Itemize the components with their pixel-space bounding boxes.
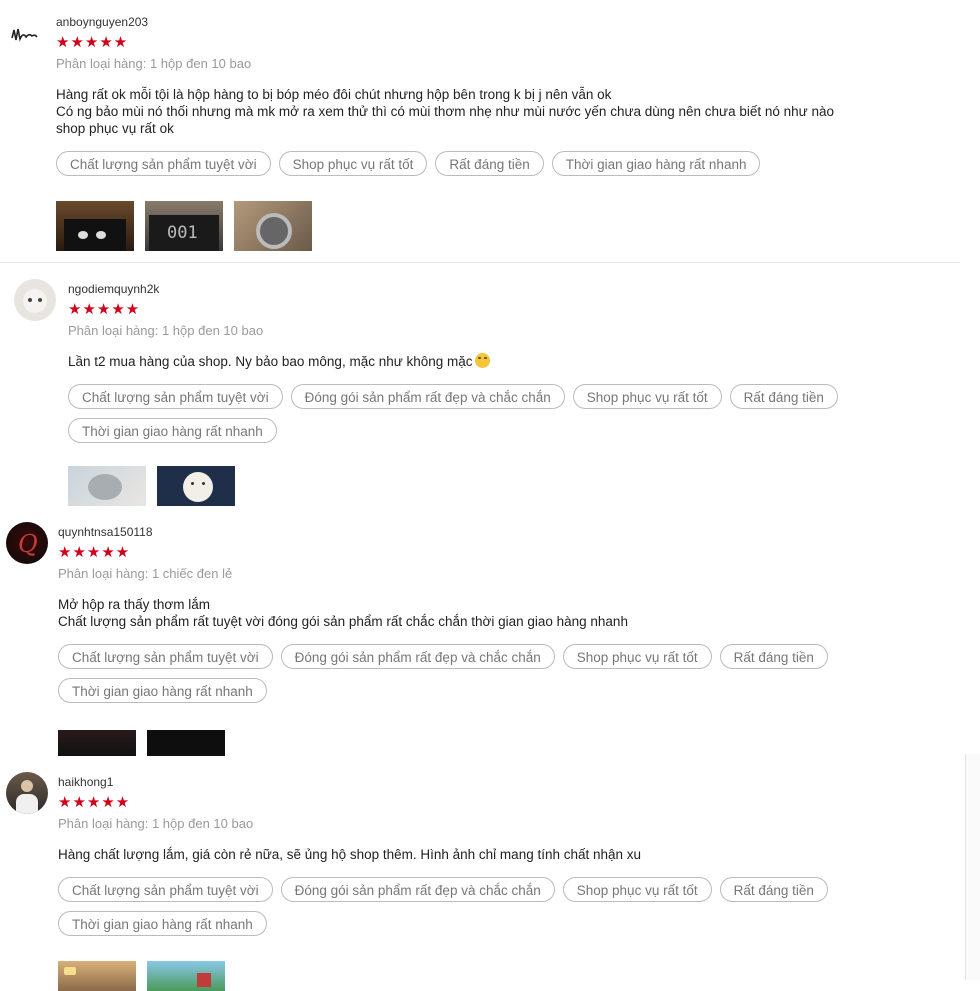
tag-chip[interactable]: Chất lượng sản phẩm tuyệt vời bbox=[58, 877, 273, 902]
tag-chip[interactable]: Rất đáng tiền bbox=[435, 151, 544, 176]
tag-chip[interactable]: Chất lượng sản phẩm tuyệt vời bbox=[56, 151, 271, 176]
tag-chip[interactable]: Đóng gói sản phẩm rất đẹp và chắc chắn bbox=[290, 384, 565, 409]
tag-chip[interactable]: Shop phục vụ rất tốt bbox=[562, 644, 712, 669]
scrollbar[interactable] bbox=[965, 754, 980, 980]
review-photo[interactable] bbox=[234, 201, 312, 251]
rating-stars: ★★★★★ bbox=[56, 34, 129, 51]
review-photo[interactable] bbox=[147, 961, 225, 991]
review-photo[interactable] bbox=[58, 961, 136, 991]
laughing-emoji-icon bbox=[474, 353, 490, 368]
variant-label: Phân loại hàng: 1 hộp đen 10 bao bbox=[68, 323, 264, 338]
username: haikhong1 bbox=[58, 775, 114, 789]
avatar[interactable] bbox=[6, 772, 48, 814]
review-photo[interactable] bbox=[58, 730, 136, 756]
avatar[interactable] bbox=[14, 279, 56, 321]
tag-chip[interactable]: Đóng gói sản phẩm rất đẹp và chắc chắn bbox=[280, 644, 555, 669]
review-text: Hàng rất ok mỗi tội là hộp hàng to bị bó… bbox=[56, 87, 834, 136]
rating-stars: ★★★★★ bbox=[58, 794, 131, 811]
tag-chip[interactable]: Thời gian giao hàng rất nhanh bbox=[68, 418, 277, 443]
tag-list: Chất lượng sản phẩm tuyệt vời Đóng gói s… bbox=[58, 877, 918, 945]
rating-stars: ★★★★★ bbox=[68, 301, 141, 318]
review-text: Mở hộp ra thấy thơm lắm Chất lượng sản p… bbox=[58, 597, 628, 629]
username: quynhtnsa150118 bbox=[58, 525, 153, 539]
photo-list: 001 bbox=[56, 201, 916, 251]
photo-list bbox=[68, 466, 928, 506]
tag-chip[interactable]: Chất lượng sản phẩm tuyệt vời bbox=[58, 644, 273, 669]
photo-list bbox=[58, 730, 918, 756]
username: ngodiemquynh2k bbox=[68, 282, 160, 296]
review-item: anboynguyen203 ★★★★★ Phân loại hàng: 1 h… bbox=[0, 0, 960, 263]
review-photo[interactable] bbox=[157, 466, 235, 506]
tag-chip[interactable]: Chất lượng sản phẩm tuyệt vời bbox=[68, 384, 283, 409]
tag-chip[interactable]: Thời gian giao hàng rất nhanh bbox=[551, 151, 761, 176]
tag-list: Chất lượng sản phẩm tuyệt vời Shop phục … bbox=[56, 151, 916, 185]
rating-stars: ★★★★★ bbox=[58, 544, 131, 561]
tag-chip[interactable]: Shop phục vụ rất tốt bbox=[562, 877, 712, 902]
review-photo[interactable] bbox=[147, 730, 225, 756]
tag-chip[interactable]: Shop phục vụ rất tốt bbox=[278, 151, 428, 176]
review-text: Lần t2 mua hàng của shop. Ny bảo bao môn… bbox=[68, 353, 928, 370]
variant-label: Phân loại hàng: 1 hộp đen 10 bao bbox=[56, 56, 252, 71]
tag-chip[interactable]: Rất đáng tiền bbox=[719, 644, 828, 669]
tag-chip[interactable]: Đóng gói sản phẩm rất đẹp và chắc chắn bbox=[280, 877, 555, 902]
tag-list: Chất lượng sản phẩm tuyệt vời Đóng gói s… bbox=[68, 384, 928, 452]
review-text: Hàng chất lượng lắm, giá còn rẻ nữa, sẽ … bbox=[58, 847, 642, 862]
tag-chip[interactable]: Rất đáng tiền bbox=[719, 877, 828, 902]
tag-chip[interactable]: Thời gian giao hàng rất nhanh bbox=[58, 678, 267, 703]
avatar[interactable]: Q bbox=[6, 522, 48, 564]
variant-label: Phân loại hàng: 1 chiếc đen lẻ bbox=[58, 566, 233, 581]
tag-chip[interactable]: Rất đáng tiền bbox=[729, 384, 838, 409]
review-photo[interactable] bbox=[56, 201, 134, 251]
variant-label: Phân loại hàng: 1 hộp đen 10 bao bbox=[58, 816, 254, 831]
review-photo[interactable]: 001 bbox=[145, 201, 223, 251]
username: anboynguyen203 bbox=[56, 15, 149, 29]
review-photo[interactable] bbox=[68, 466, 146, 506]
avatar[interactable] bbox=[8, 20, 40, 52]
photo-list bbox=[58, 961, 918, 991]
tag-chip[interactable]: Shop phục vụ rất tốt bbox=[572, 384, 722, 409]
tag-chip[interactable]: Thời gian giao hàng rất nhanh bbox=[58, 911, 267, 936]
tag-list: Chất lượng sản phẩm tuyệt vời Đóng gói s… bbox=[58, 644, 918, 712]
